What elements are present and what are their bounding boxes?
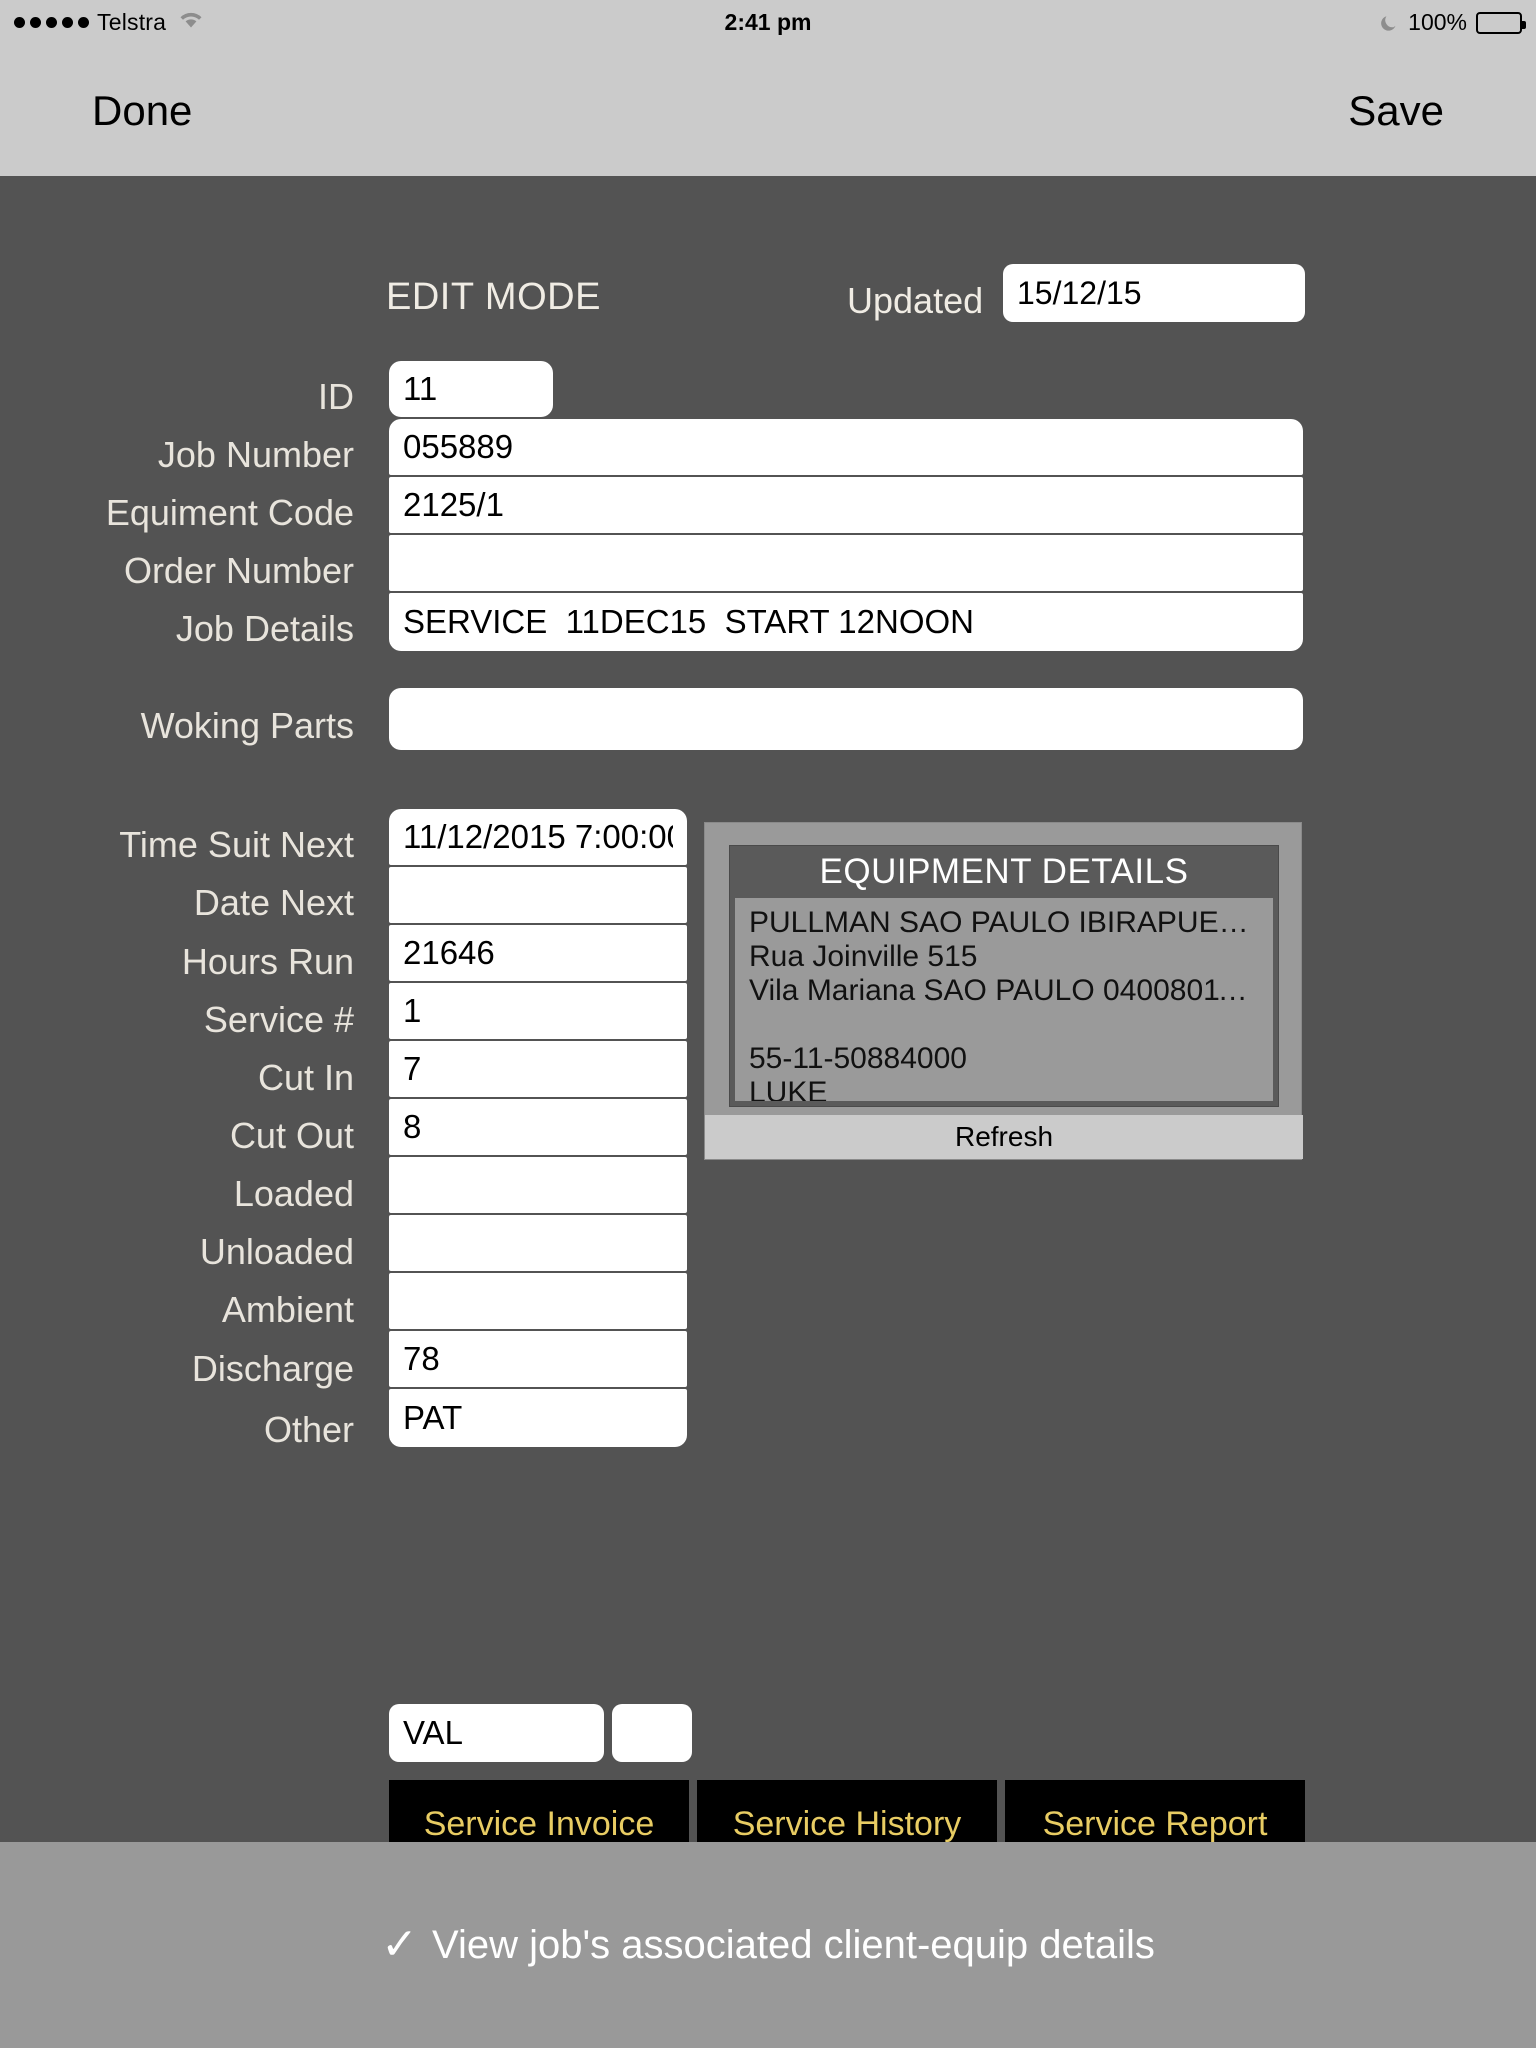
- equipment-line: Rua Joinville 515: [749, 939, 978, 973]
- cut-out-input[interactable]: [389, 1099, 687, 1155]
- label-date-next: Date Next: [193, 882, 354, 923]
- equipment-line: Vila Mariana SAO PAULO 04008011 S...: [749, 973, 1259, 1007]
- label-other: Other: [263, 1409, 354, 1450]
- equipment-line: [749, 1008, 1259, 1042]
- equipment-details-frame: EQUIPMENT DETAILS PULLMAN SAO PAULO IBIR…: [729, 845, 1279, 1107]
- label-cut-in: Cut In: [257, 1057, 354, 1098]
- label-equipment-code: Equiment Code: [105, 492, 354, 533]
- val-input[interactable]: [389, 1704, 604, 1762]
- battery-icon: [1476, 11, 1526, 34]
- wifi-icon: [178, 10, 204, 35]
- view-client-equip-toggle[interactable]: ✓ View job's associated client-equip det…: [381, 1923, 1155, 1968]
- discharge-input[interactable]: [389, 1331, 687, 1387]
- navigation-bar: Done Save: [0, 45, 1536, 176]
- status-bar: Telstra 2:41 pm 100%: [0, 0, 1536, 45]
- label-time-suit-next: Time Suit Next: [119, 824, 354, 865]
- signal-strength-dots: [14, 17, 89, 28]
- cut-in-input[interactable]: [389, 1041, 687, 1097]
- val-secondary-input[interactable]: [612, 1704, 692, 1762]
- edit-mode-title: EDIT MODE: [386, 276, 601, 318]
- equipment-details-title: EQUIPMENT DETAILS: [819, 852, 1189, 891]
- time-suit-next-input[interactable]: [389, 809, 687, 865]
- status-bar-left: Telstra: [14, 9, 204, 36]
- equipment-line: LUKE: [749, 1075, 828, 1101]
- other-input[interactable]: [389, 1389, 687, 1447]
- order-number-input[interactable]: [389, 535, 1303, 591]
- date-next-input[interactable]: [389, 867, 687, 923]
- label-job-number: Job Number: [157, 434, 354, 475]
- label-unloaded: Unloaded: [199, 1231, 354, 1272]
- hours-run-input[interactable]: [389, 925, 687, 981]
- form-content: EDIT MODE Updated ID Job Number Equiment…: [0, 176, 1536, 2008]
- label-id: ID: [318, 376, 354, 417]
- service-number-input[interactable]: [389, 983, 687, 1039]
- label-job-details: Job Details: [175, 608, 354, 649]
- equipment-details-body: PULLMAN SAO PAULO IBIRAPUERA Rua Joinvil…: [735, 898, 1273, 1101]
- label-ambient: Ambient: [221, 1289, 354, 1330]
- loaded-input[interactable]: [389, 1157, 687, 1213]
- ambient-input[interactable]: [389, 1273, 687, 1329]
- label-hours-run: Hours Run: [181, 941, 354, 982]
- equipment-line: PULLMAN SAO PAULO IBIRAPUERA: [749, 906, 1259, 939]
- working-parts-input[interactable]: [389, 688, 1303, 750]
- carrier-name: Telstra: [97, 9, 167, 35]
- refresh-button[interactable]: Refresh: [705, 1115, 1303, 1159]
- unloaded-input[interactable]: [389, 1215, 687, 1271]
- footer-label: View job's associated client-equip detai…: [432, 1922, 1155, 1967]
- checkmark-icon: ✓: [381, 1920, 418, 1969]
- done-button[interactable]: Done: [92, 87, 192, 135]
- status-bar-right: 100%: [1379, 9, 1526, 36]
- battery-percent: 100%: [1408, 9, 1467, 35]
- id-input[interactable]: [389, 361, 553, 417]
- label-working-parts: Woking Parts: [140, 705, 354, 746]
- label-order-number: Order Number: [123, 550, 354, 591]
- updated-label: Updated: [847, 280, 984, 321]
- label-service-number: Service #: [203, 999, 354, 1040]
- equipment-details-panel: EQUIPMENT DETAILS PULLMAN SAO PAULO IBIR…: [704, 822, 1303, 1160]
- job-details-input[interactable]: [389, 593, 1303, 651]
- label-loaded: Loaded: [233, 1173, 354, 1214]
- footer-bar: ✓ View job's associated client-equip det…: [0, 1842, 1536, 2048]
- job-number-input[interactable]: [389, 419, 1303, 475]
- save-button[interactable]: Save: [1348, 87, 1444, 135]
- moon-icon: [1379, 13, 1399, 33]
- status-bar-clock: 2:41 pm: [724, 9, 812, 35]
- equipment-code-input[interactable]: [389, 477, 1303, 533]
- label-discharge: Discharge: [191, 1348, 354, 1389]
- updated-date-input[interactable]: [1003, 264, 1305, 322]
- equipment-line: 55-11-50884000: [749, 1041, 967, 1075]
- label-cut-out: Cut Out: [229, 1115, 354, 1156]
